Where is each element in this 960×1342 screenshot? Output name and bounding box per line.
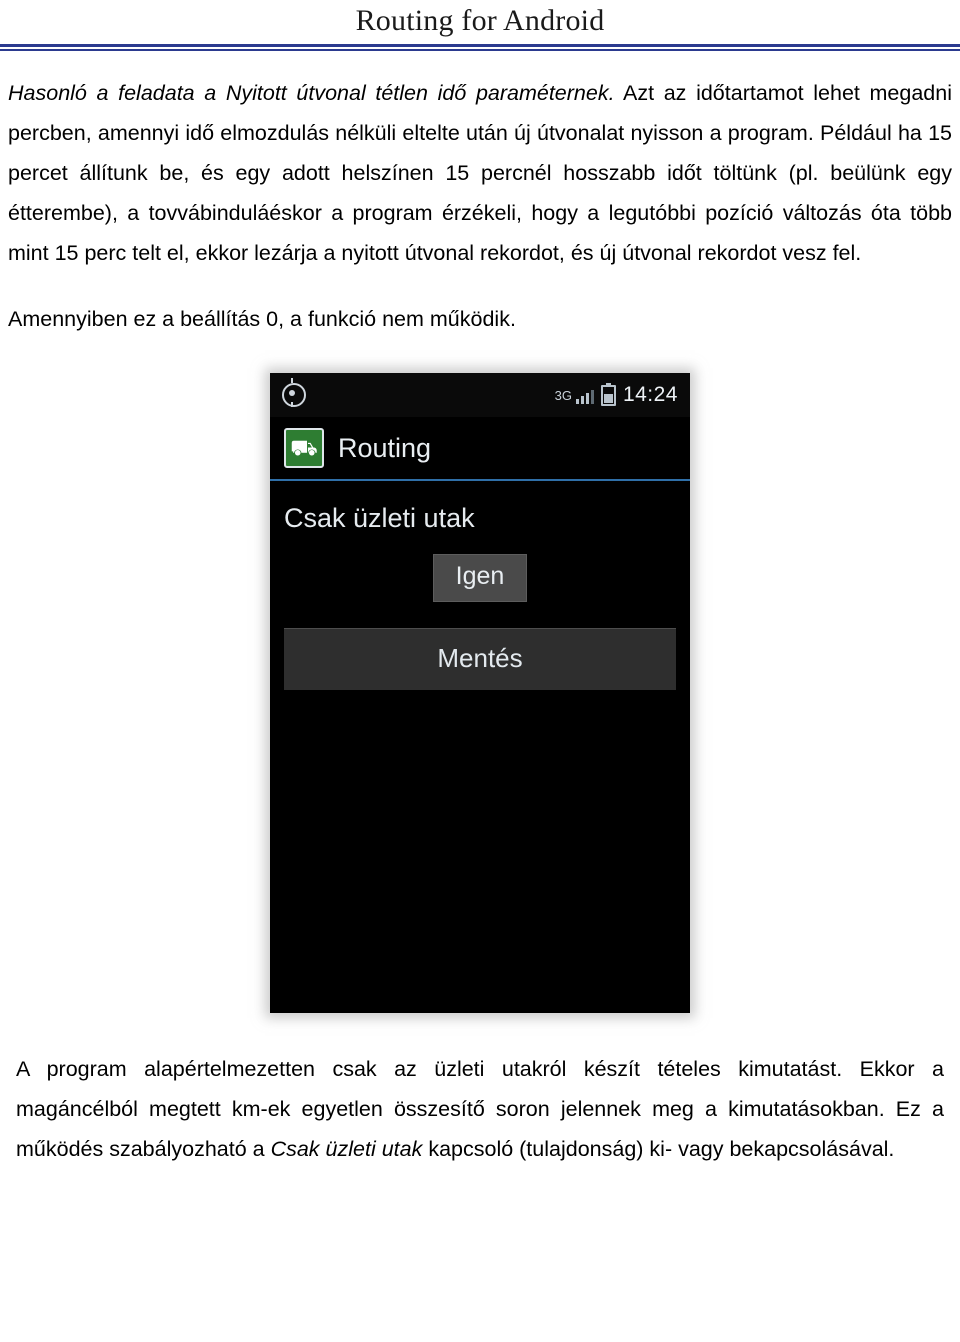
paragraph-1-lead: Hasonló a feladata a Nyitott útvonal tét… [8,81,615,105]
document-header: Routing for Android [0,0,960,51]
header-divider [0,44,960,51]
paragraph-3-italic: Csak üzleti utak [270,1137,423,1161]
status-clock: 14:24 [622,383,678,406]
document-page: Routing for Android Hasonló a feladata a… [0,0,960,1342]
setting-label: Csak üzleti utak [284,503,475,533]
battery-icon [600,382,616,406]
paragraph-1: Hasonló a feladata a Nyitott útvonal tét… [8,73,952,273]
status-bar: 3G 14:24 [270,373,690,417]
save-button[interactable]: Mentés [284,628,676,690]
toggle-row: Igen [270,554,690,602]
paragraph-1-rest: Azt az időtartamot lehet megadni percben… [8,81,952,265]
business-trips-toggle[interactable]: Igen [432,554,528,602]
status-bar-right: 3G 14:24 [554,382,678,407]
network-type-label: 3G [554,387,572,403]
paragraph-3-part-2: kapcsoló (tulajdonság) ki- vagy bekapcso… [422,1137,895,1161]
document-content: Hasonló a feladata a Nyitott útvonal tét… [0,73,960,1169]
signal-icon [575,387,594,404]
status-bar-left [282,378,306,407]
android-screenshot: 3G 14:24 ⛟ Routing Csak üzleti utak Igen… [270,373,690,1013]
routing-app-icon: ⛟ [284,428,324,468]
paragraph-2: Amennyiben ez a beállítás 0, a funkció n… [8,307,516,331]
page-title: Routing for Android [355,4,605,37]
app-bar: ⛟ Routing [270,417,690,481]
paragraph-3: A program alapértelmezetten csak az üzle… [8,1049,952,1169]
app-title: Routing [338,432,432,463]
screenshot-figure: 3G 14:24 ⛟ Routing Csak üzleti utak Igen… [8,373,952,1013]
gps-icon [282,378,306,407]
